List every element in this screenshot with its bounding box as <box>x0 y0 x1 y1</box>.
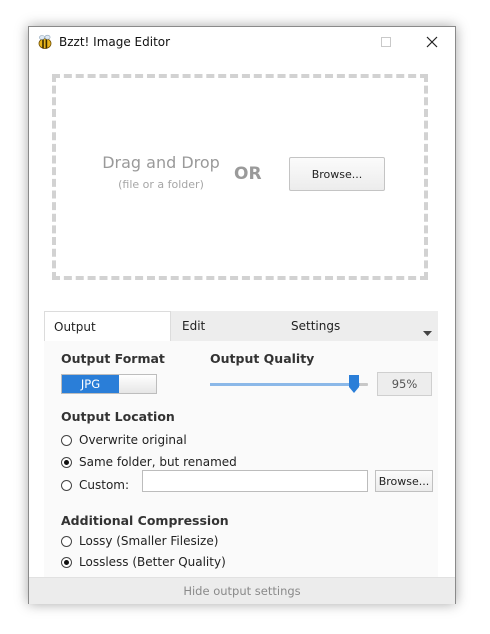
hide-output-settings-button[interactable]: Hide output settings <box>29 577 455 604</box>
drop-zone[interactable]: Drag and Drop (file or a folder) OR Brow… <box>52 74 428 280</box>
tab-settings[interactable]: Settings <box>291 311 340 341</box>
bee-icon <box>37 34 53 50</box>
tab-edit[interactable]: Edit <box>182 311 205 341</box>
radio-lossy[interactable]: Lossy (Smaller Filesize) <box>61 532 218 550</box>
radio-custom[interactable]: Custom: <box>61 476 129 494</box>
maximize-button[interactable] <box>363 27 409 57</box>
quality-slider[interactable] <box>210 383 368 386</box>
custom-browse-button[interactable]: Browse... <box>375 470 433 492</box>
output-format-toggle[interactable]: JPG <box>61 374 157 394</box>
settings-panel: Output Edit Settings Output Format JPG O… <box>44 311 438 577</box>
drag-and-drop-title: Drag and Drop <box>102 153 220 172</box>
quality-slider-thumb[interactable] <box>349 375 359 393</box>
custom-path-input[interactable] <box>142 470 368 492</box>
radio-button[interactable] <box>61 535 72 547</box>
or-label: OR <box>234 164 262 184</box>
close-icon <box>426 36 438 48</box>
output-location-label: Output Location <box>61 409 175 424</box>
chevron-down-icon[interactable] <box>423 322 432 341</box>
radio-button[interactable] <box>61 479 72 491</box>
radio-label: Lossy (Smaller Filesize) <box>79 534 219 548</box>
output-format-label: Output Format <box>61 351 165 366</box>
title-bar[interactable]: Bzzt! Image Editor <box>29 27 455 57</box>
radio-label: Same folder, but renamed <box>79 455 237 469</box>
close-button[interactable] <box>409 27 455 57</box>
radio-lossless[interactable]: Lossless (Better Quality) <box>61 553 226 571</box>
app-window: Bzzt! Image Editor Drag and Drop (file o… <box>28 26 456 604</box>
drag-and-drop-subtitle: (file or a folder) <box>118 178 204 191</box>
quality-value-field[interactable]: 95% <box>377 372 432 396</box>
minimize-button[interactable] <box>317 27 363 57</box>
tab-output[interactable]: Output <box>44 311 171 342</box>
radio-button[interactable] <box>61 434 72 446</box>
additional-compression-label: Additional Compression <box>61 513 229 528</box>
radio-button[interactable] <box>61 556 72 568</box>
radio-label: Lossless (Better Quality) <box>79 555 226 569</box>
output-tab-content: Output Format JPG Output Quality 95% Out… <box>44 341 438 577</box>
toggle-knob <box>119 375 156 393</box>
radio-button[interactable] <box>61 456 72 468</box>
tab-strip: Output Edit Settings <box>44 311 438 342</box>
radio-overwrite-original[interactable]: Overwrite original <box>61 431 187 449</box>
minimize-icon <box>335 41 345 43</box>
output-format-value: JPG <box>62 375 119 393</box>
maximize-icon <box>381 37 391 47</box>
radio-label: Overwrite original <box>79 433 187 447</box>
radio-same-folder-renamed[interactable]: Same folder, but renamed <box>61 453 237 471</box>
browse-button[interactable]: Browse... <box>289 157 385 191</box>
window-title: Bzzt! Image Editor <box>59 35 171 49</box>
quality-slider-fill <box>210 383 361 386</box>
radio-label: Custom: <box>79 478 130 492</box>
output-quality-label: Output Quality <box>210 351 315 366</box>
